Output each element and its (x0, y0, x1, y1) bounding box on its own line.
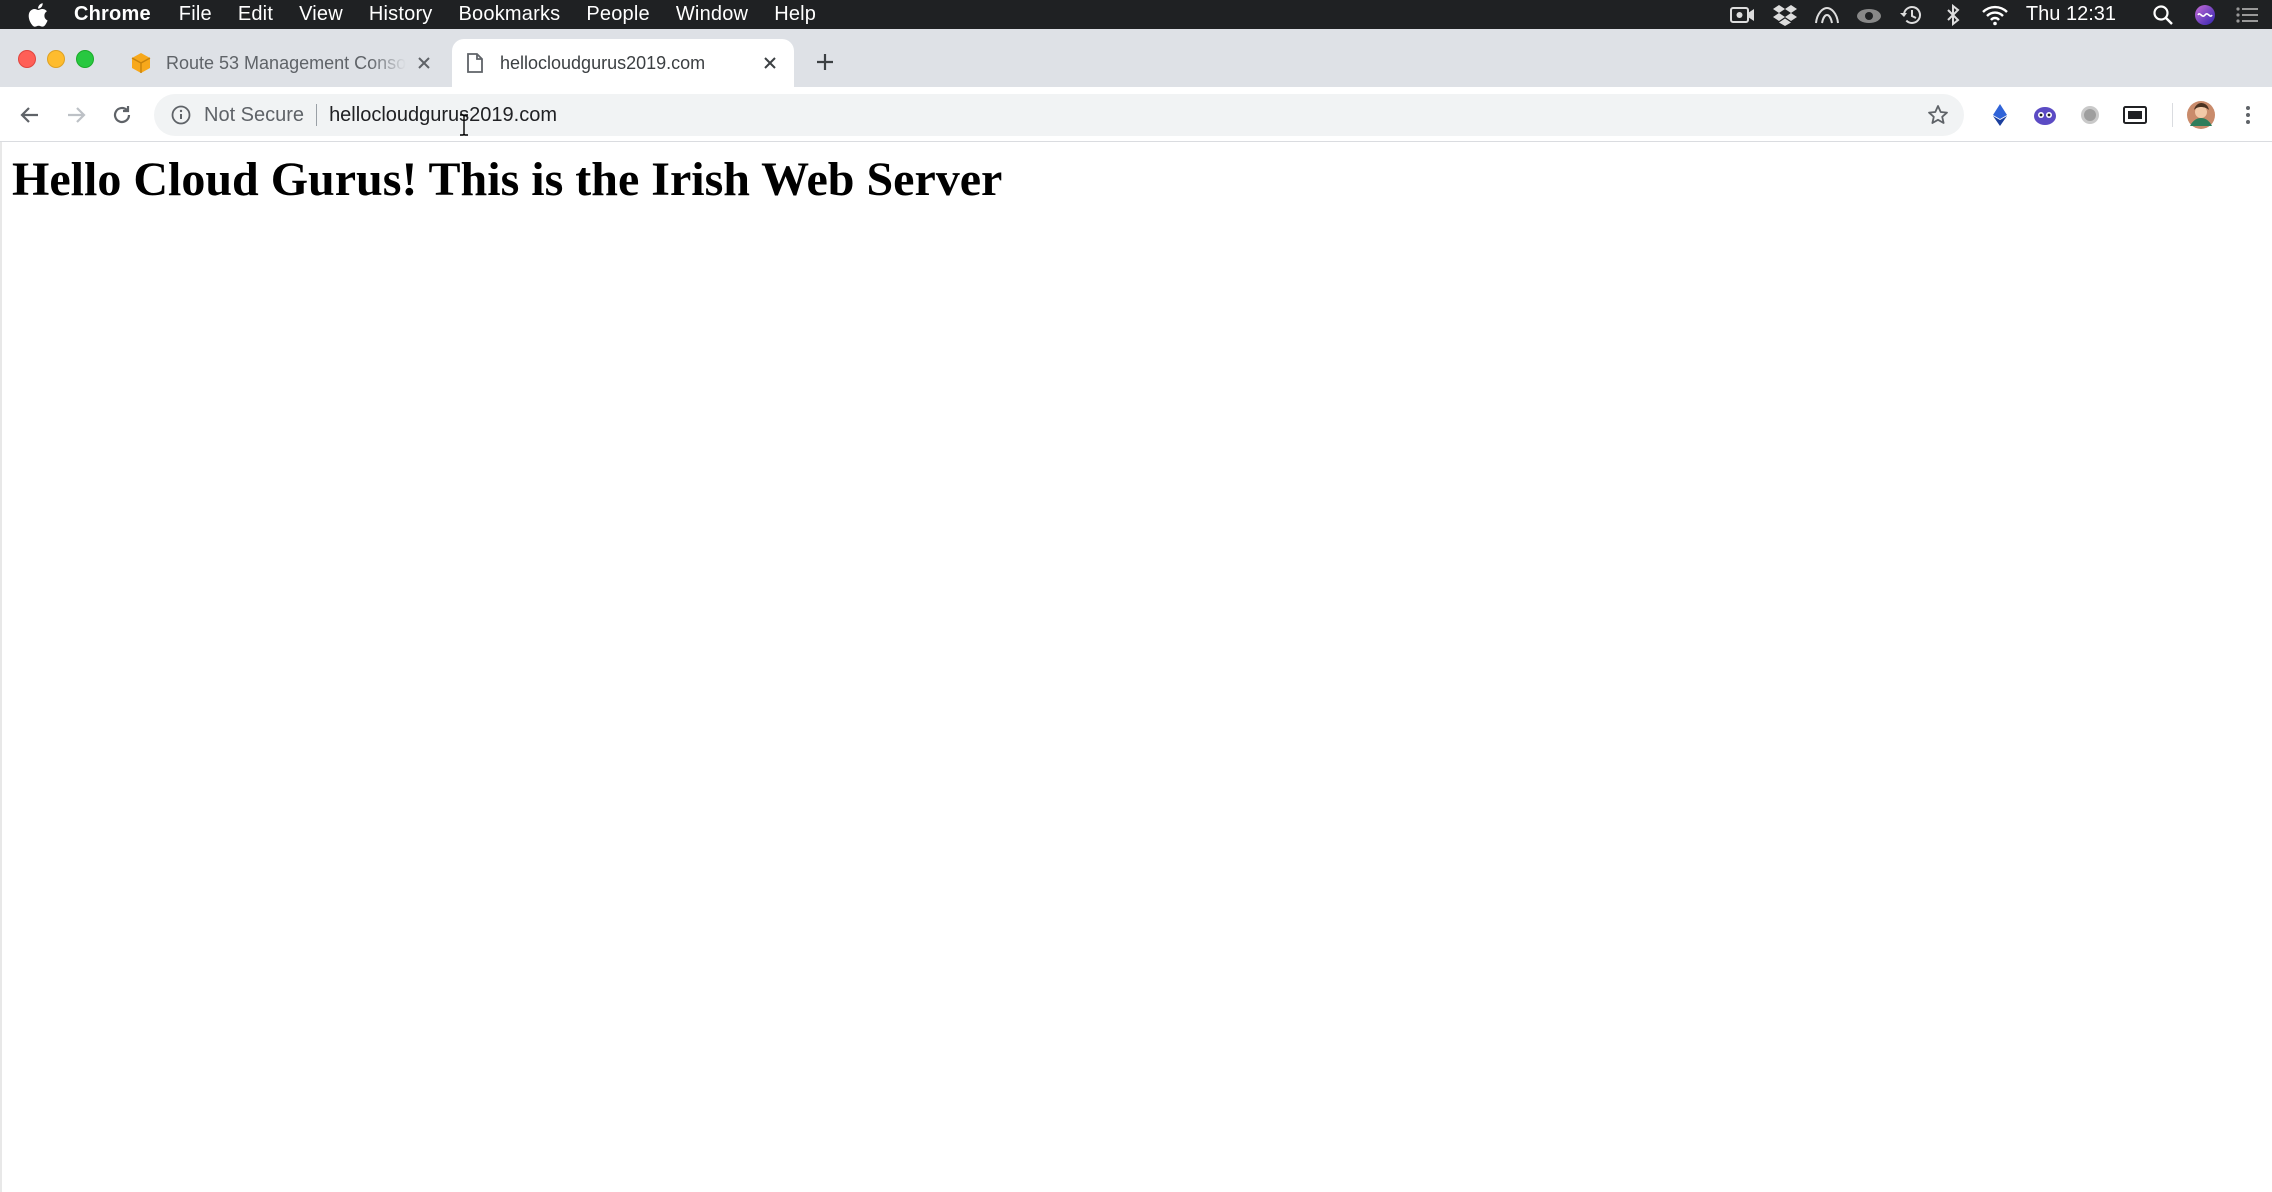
menu-bookmarks[interactable]: Bookmarks (459, 3, 561, 26)
reload-button[interactable] (106, 99, 138, 131)
menu-view[interactable]: View (299, 3, 343, 26)
notification-center-icon[interactable] (2232, 0, 2262, 29)
omnibox-divider (316, 104, 318, 126)
bookmark-star-icon[interactable] (1924, 101, 1952, 129)
close-tab-icon[interactable] (758, 51, 782, 75)
plus-icon (817, 54, 833, 70)
page-icon (464, 52, 486, 74)
browser-toolbar: Not Secure hellocloudgurus2019.com (0, 87, 2272, 142)
creative-cloud-icon[interactable] (1812, 0, 1842, 29)
close-tab-icon[interactable] (412, 51, 436, 75)
aws-cube-icon (130, 52, 152, 74)
screenshot-extension-icon[interactable] (2119, 99, 2151, 131)
circle-extension-icon[interactable] (2074, 99, 2106, 131)
bluetooth-icon[interactable] (1938, 0, 1968, 29)
owl-extension-icon[interactable] (2029, 99, 2061, 131)
screen-record-icon[interactable] (1728, 0, 1758, 29)
toolbar-divider (2172, 103, 2173, 127)
arrow-right-icon (68, 107, 86, 123)
tab-title: hellocloudgurus2019.com (500, 52, 706, 73)
time-machine-icon[interactable] (1896, 0, 1926, 29)
zoom-window-button[interactable] (76, 50, 94, 68)
window-controls (18, 50, 105, 68)
menu-people[interactable]: People (586, 3, 649, 26)
menu-history[interactable]: History (369, 3, 433, 26)
info-icon[interactable] (170, 104, 192, 126)
menu-window[interactable]: Window (676, 3, 748, 26)
arrow-left-icon (20, 107, 38, 123)
menu-app-name[interactable]: Chrome (74, 3, 151, 26)
ethereum-extension-icon[interactable] (1984, 99, 2016, 131)
tab-route53-console[interactable]: Route 53 Management Console (118, 39, 448, 87)
apple-menu-icon[interactable] (28, 2, 50, 27)
url-text[interactable]: hellocloudgurus2019.com (329, 104, 1924, 127)
web-page-content: Hello Cloud Gurus! This is the Irish Web… (0, 142, 2272, 1192)
security-status-label[interactable]: Not Secure (204, 104, 304, 127)
reload-icon (113, 106, 131, 124)
minimize-window-button[interactable] (47, 50, 65, 68)
wifi-icon[interactable] (1980, 0, 2010, 29)
profile-avatar[interactable] (2185, 99, 2217, 131)
spotlight-search-icon[interactable] (2148, 0, 2178, 29)
dropbox-icon[interactable] (1770, 0, 1800, 29)
chrome-menu-icon[interactable] (2232, 99, 2264, 131)
menu-help[interactable]: Help (774, 3, 816, 26)
page-heading: Hello Cloud Gurus! This is the Irish Web… (12, 153, 1003, 206)
menu-bar-clock[interactable]: Thu 12:31 (2026, 3, 2116, 26)
menu-file[interactable]: File (179, 3, 212, 26)
forward-button[interactable] (60, 99, 92, 131)
cloud-sync-icon[interactable] (1854, 0, 1884, 29)
new-tab-button[interactable] (812, 49, 838, 75)
text-cursor-icon (460, 114, 468, 136)
address-bar[interactable]: Not Secure hellocloudgurus2019.com (154, 94, 1964, 136)
tab-title: Route 53 Management Console (166, 52, 406, 73)
tab-hellocloudgurus[interactable]: hellocloudgurus2019.com (452, 39, 794, 87)
menu-bar-status-area: Thu 12:31 (1716, 0, 2272, 29)
close-window-button[interactable] (18, 50, 36, 68)
menu-edit[interactable]: Edit (238, 3, 273, 26)
browser-tab-strip: Route 53 Management Console hellocloudgu… (0, 29, 2272, 87)
back-button[interactable] (14, 99, 46, 131)
macos-menu-bar: Chrome File Edit View History Bookmarks … (0, 0, 2272, 29)
window-left-edge (0, 142, 2, 1192)
siri-icon[interactable] (2190, 0, 2220, 29)
